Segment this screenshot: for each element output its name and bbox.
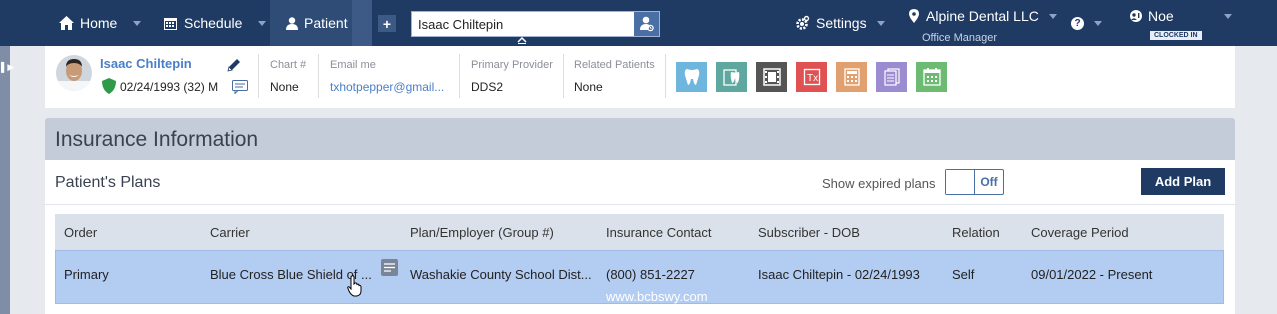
chart-number-label: Chart # bbox=[270, 59, 307, 71]
email-label: Email me bbox=[330, 59, 376, 71]
primary-provider-label: Primary Provider bbox=[471, 59, 553, 71]
tooth-chart-icon[interactable] bbox=[676, 62, 707, 92]
page-title: Insurance Information bbox=[55, 128, 259, 151]
nav-patient-label: Patient bbox=[304, 15, 348, 31]
column-header[interactable]: Subscriber - DOB bbox=[758, 225, 860, 240]
nav-home-label: Home bbox=[80, 15, 118, 31]
perio-chart-icon[interactable] bbox=[716, 62, 747, 92]
user-search-icon bbox=[639, 16, 654, 32]
table-header: Order Carrier Plan/Employer (Group #) In… bbox=[55, 214, 1224, 250]
show-expired-label: Show expired plans bbox=[822, 176, 936, 191]
imaging-icon[interactable] bbox=[756, 62, 787, 92]
order-cell: Primary bbox=[64, 267, 109, 282]
section-title: Patient's Plans bbox=[55, 174, 161, 191]
patient-menu-toggle[interactable] bbox=[352, 0, 372, 46]
chevron-down-icon[interactable] bbox=[133, 20, 142, 26]
svg-text:Tx: Tx bbox=[807, 73, 818, 84]
chevron-down-icon[interactable] bbox=[258, 20, 267, 26]
column-header[interactable]: Relation bbox=[952, 225, 1000, 240]
column-header[interactable]: Carrier bbox=[210, 225, 250, 240]
edit-icon[interactable] bbox=[226, 57, 242, 73]
divider bbox=[459, 54, 460, 98]
patient-dob: 02/24/1993 (32) M bbox=[120, 80, 219, 94]
patient-search bbox=[411, 11, 660, 37]
divider bbox=[563, 54, 564, 98]
clocked-in-badge: CLOCKED IN bbox=[1150, 31, 1202, 40]
chevron-down-icon bbox=[1223, 13, 1232, 19]
home-icon bbox=[58, 15, 74, 31]
nav-user-label: Noe bbox=[1148, 8, 1174, 24]
help-icon: ? bbox=[1071, 16, 1084, 30]
nav-schedule-label: Schedule bbox=[184, 15, 243, 31]
patient-name[interactable]: Isaac Chiltepin bbox=[100, 56, 192, 71]
related-patients-value: None bbox=[574, 80, 603, 94]
insurance-panel-header: Insurance Information bbox=[45, 118, 1235, 160]
nav-help[interactable]: ? bbox=[1071, 0, 1102, 46]
primary-provider-value: DDS2 bbox=[471, 80, 504, 94]
location-role: Office Manager bbox=[922, 32, 998, 44]
chevron-down-icon bbox=[1094, 20, 1102, 26]
show-expired-toggle[interactable]: Off bbox=[945, 169, 1004, 195]
map-pin-icon bbox=[906, 8, 922, 24]
patient-summary-bar: Isaac Chiltepin 02/24/1993 (32) M Chart … bbox=[45, 46, 1235, 108]
patient-plans-section: Patient's Plans Show expired plans Off A… bbox=[45, 160, 1235, 314]
message-icon[interactable] bbox=[232, 80, 248, 94]
documents-icon[interactable] bbox=[876, 62, 907, 92]
patient-search-input[interactable] bbox=[412, 12, 635, 36]
nav-location-label: Alpine Dental LLC bbox=[926, 8, 1039, 24]
ledger-icon[interactable] bbox=[836, 62, 867, 92]
email-link[interactable]: txhotpepper@gmail... bbox=[330, 80, 444, 94]
hand-pointer-icon bbox=[347, 275, 362, 297]
patient-search-button[interactable] bbox=[634, 12, 659, 36]
right-gutter bbox=[1244, 46, 1277, 314]
note-icon[interactable] bbox=[381, 259, 398, 276]
nav-home[interactable]: Home bbox=[58, 0, 142, 46]
contact-phone-cell: (800) 851-2227 bbox=[606, 267, 695, 282]
column-header[interactable]: Order bbox=[64, 225, 97, 240]
user-icon bbox=[284, 15, 300, 31]
prescription-icon[interactable]: Tx bbox=[796, 62, 827, 92]
top-navigation: Home Schedule Patient + Settings bbox=[0, 0, 1277, 46]
column-header[interactable]: Coverage Period bbox=[1031, 225, 1129, 240]
table-row[interactable]: Primary Blue Cross Blue Shield of ... Wa… bbox=[55, 250, 1224, 304]
appointments-icon[interactable] bbox=[916, 62, 947, 92]
related-patients-label: Related Patients bbox=[574, 59, 655, 71]
chart-number-value: None bbox=[270, 80, 299, 94]
nav-schedule[interactable]: Schedule bbox=[162, 0, 267, 46]
avatar bbox=[56, 55, 92, 91]
add-patient-button[interactable]: + bbox=[378, 15, 396, 32]
toggle-knob bbox=[946, 170, 975, 194]
plan-cell: Washakie County School Dist... bbox=[410, 267, 592, 282]
contact-website-link[interactable]: www.bcbswy.com bbox=[606, 289, 708, 304]
toggle-state: Off bbox=[980, 175, 998, 189]
divider bbox=[318, 54, 319, 98]
user-clock-icon bbox=[1128, 8, 1144, 24]
calendar-icon bbox=[162, 15, 178, 31]
nav-settings[interactable]: Settings bbox=[794, 0, 885, 46]
divider bbox=[258, 54, 259, 98]
divider bbox=[665, 54, 666, 98]
relation-cell: Self bbox=[952, 267, 975, 282]
gear-icon bbox=[794, 15, 810, 31]
chevron-down-icon bbox=[1048, 13, 1057, 19]
expand-panel-icon: ▌▶ bbox=[1, 62, 15, 72]
subscriber-cell: Isaac Chiltepin - 02/24/1993 bbox=[758, 267, 920, 282]
column-header[interactable]: Plan/Employer (Group #) bbox=[410, 225, 554, 240]
nav-patient[interactable]: Patient bbox=[270, 0, 352, 46]
divider bbox=[45, 204, 1235, 205]
add-plan-button[interactable]: Add Plan bbox=[1141, 168, 1225, 195]
coverage-cell: 09/01/2022 - Present bbox=[1031, 267, 1153, 282]
collapsed-side-panel[interactable]: ▌▶ bbox=[0, 46, 14, 314]
shield-icon bbox=[102, 78, 116, 94]
column-header[interactable]: Insurance Contact bbox=[606, 225, 712, 240]
chevron-down-icon bbox=[876, 20, 885, 26]
chevron-up-icon[interactable] bbox=[517, 37, 527, 44]
nav-settings-label: Settings bbox=[816, 15, 867, 31]
